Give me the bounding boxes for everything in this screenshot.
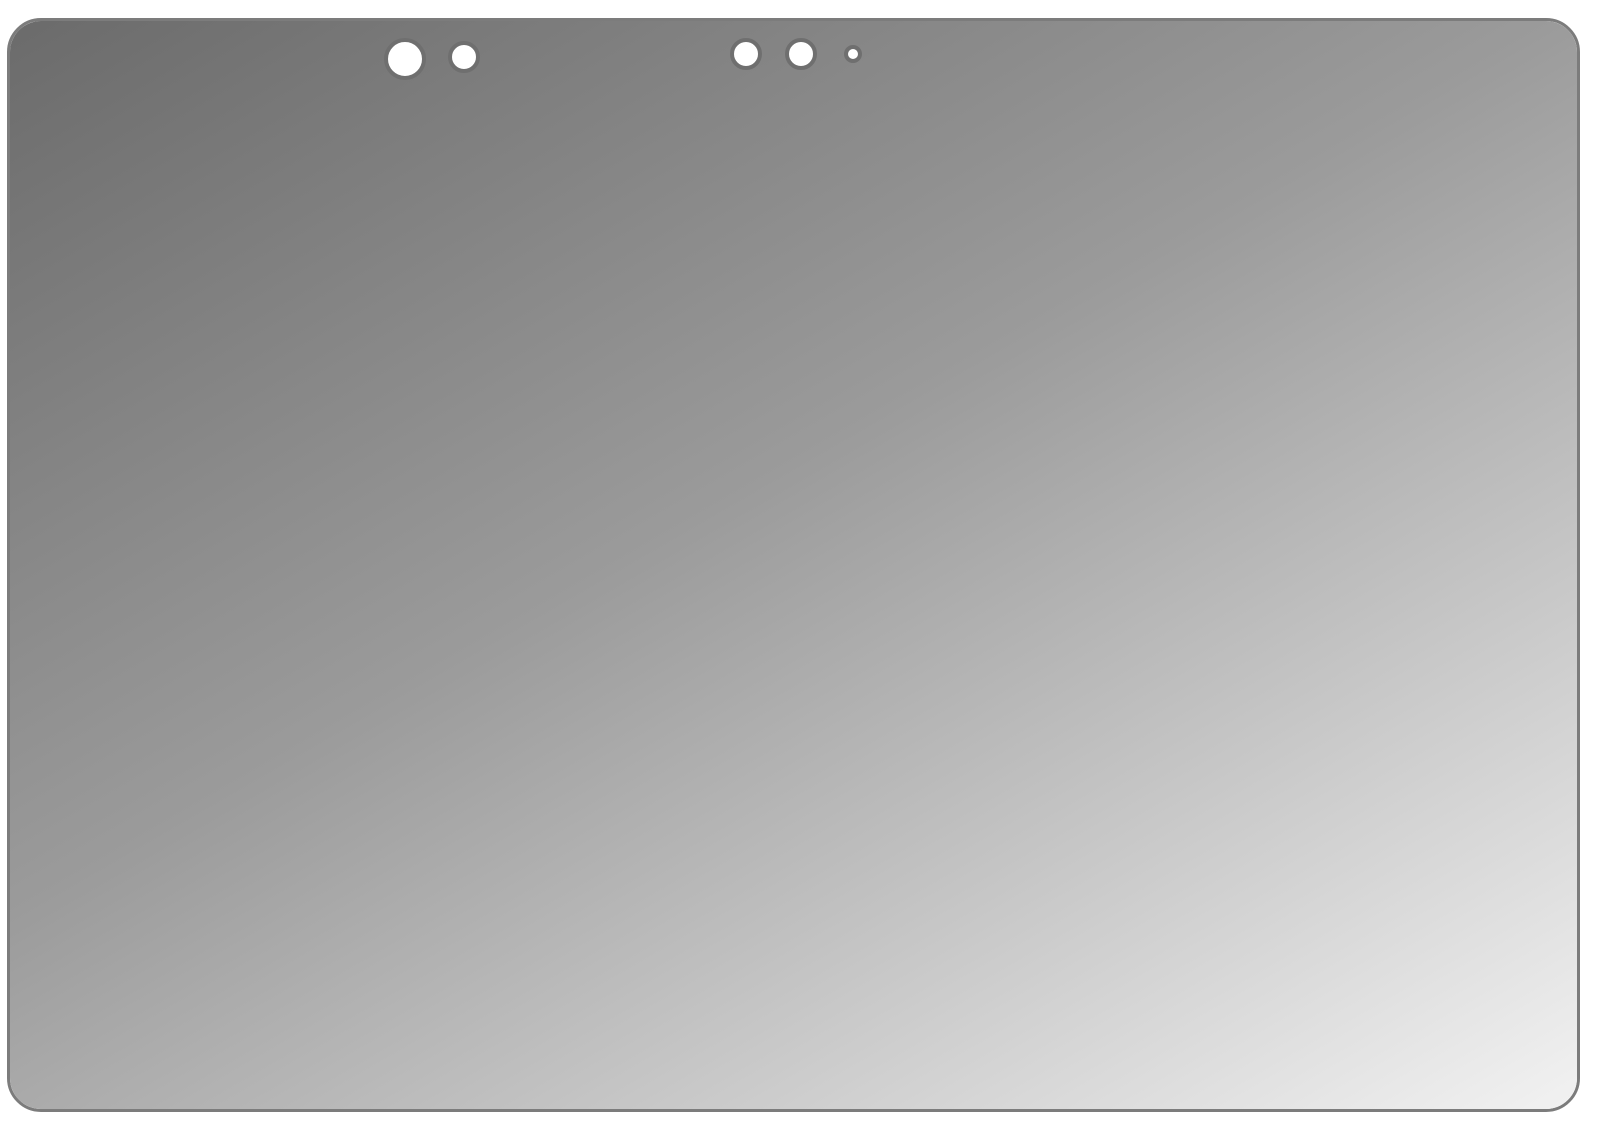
canvas [0,0,1600,1132]
front-camera-cutout [384,38,426,80]
sensor-cutout-1 [730,38,762,70]
panel-gradient [10,21,1577,1109]
sensor-cutout-2 [785,38,817,70]
screen-protector-panel [7,18,1580,1112]
ir-sensor-cutout [448,41,480,73]
sensor-cutout-3 [844,45,862,63]
